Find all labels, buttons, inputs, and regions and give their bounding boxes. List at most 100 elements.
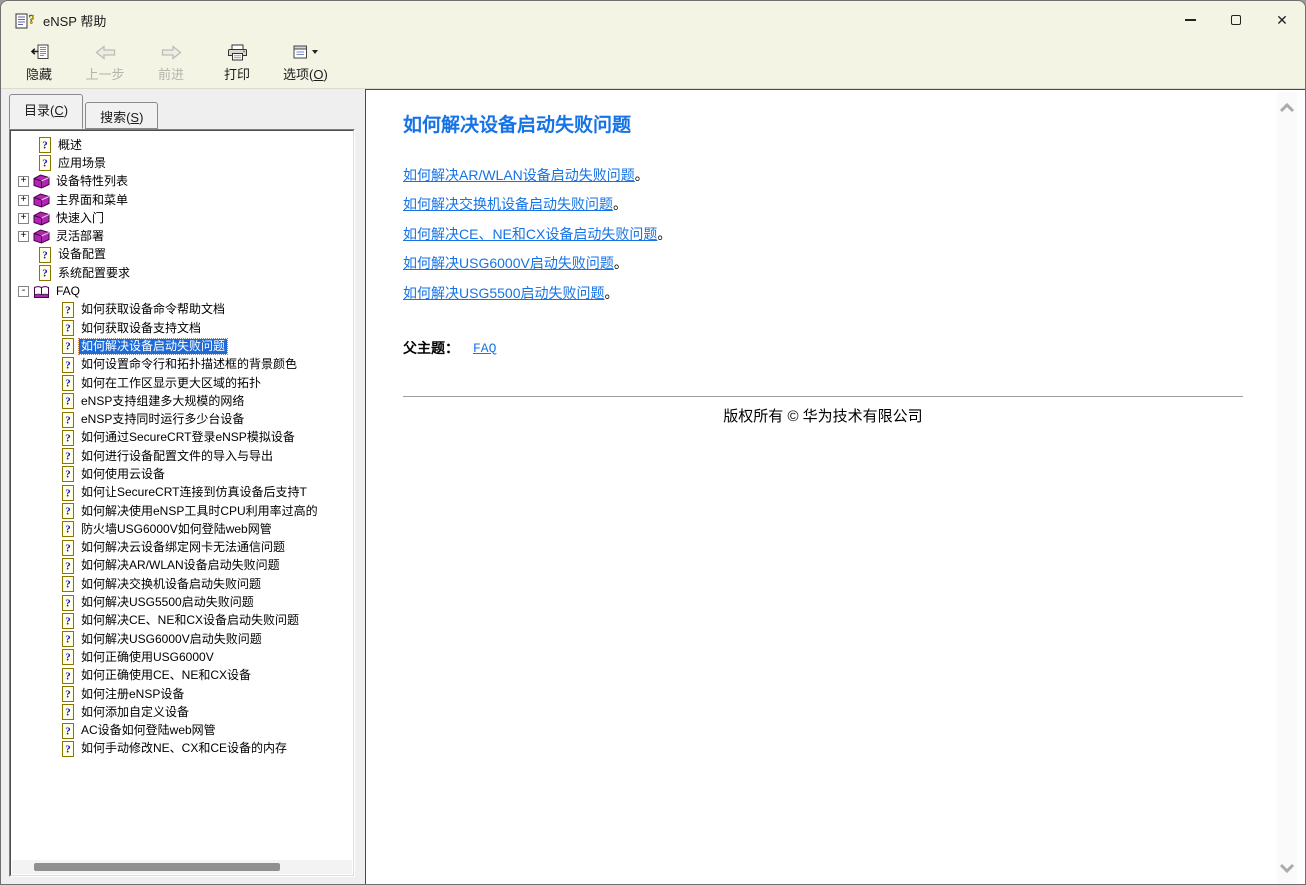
tree-item[interactable]: ? 如何进行设备配置文件的导入与导出: [12, 447, 352, 465]
tree-item[interactable]: + 快速入门: [12, 209, 352, 227]
tree-item[interactable]: ? 如何正确使用CE、NE和CX设备: [12, 667, 352, 685]
topic-link[interactable]: 如何解决AR/WLAN设备启动失败问题: [403, 165, 635, 185]
tree-item[interactable]: ? 如何解决USG6000V启动失败问题: [12, 630, 352, 648]
tree-item[interactable]: ? 概述: [12, 136, 352, 154]
scroll-up-icon[interactable]: [1278, 102, 1296, 114]
help-topic-icon: ?: [61, 557, 75, 574]
svg-text:?: ?: [65, 725, 71, 737]
hide-button[interactable]: 隐藏: [13, 39, 65, 83]
topic-link[interactable]: 如何解决USG5500启动失败问题: [403, 283, 604, 303]
tree-item[interactable]: ? AC设备如何登陆web网管: [12, 722, 352, 740]
content-vertical-scrollbar[interactable]: [1277, 92, 1297, 884]
svg-text:?: ?: [65, 304, 71, 316]
tree-item[interactable]: ? 如何在工作区显示更大区域的拓扑: [12, 374, 352, 392]
tab-contents[interactable]: 目录(C): [9, 94, 84, 129]
tree-item[interactable]: ? 如何通过SecureCRT登录eNSP模拟设备: [12, 429, 352, 447]
tree-item[interactable]: ? 如何添加自定义设备: [12, 703, 352, 721]
tree-item[interactable]: + 主界面和菜单: [12, 191, 352, 209]
tree-item[interactable]: ? 如何解决AR/WLAN设备启动失败问题: [12, 557, 352, 575]
close-icon: ✕: [1276, 12, 1288, 28]
tree-item[interactable]: ? eNSP支持组建多大规模的网络: [12, 392, 352, 410]
tree-item[interactable]: ? 如何解决使用eNSP工具时CPU利用率过高的: [12, 502, 352, 520]
close-button[interactable]: ✕: [1259, 1, 1305, 39]
tree-item-label: 如何正确使用CE、NE和CX设备: [81, 668, 252, 683]
tree-horizontal-scrollbar[interactable]: [12, 860, 352, 874]
tree-item[interactable]: ? 如何解决云设备绑定网卡无法通信问题: [12, 539, 352, 557]
help-topic-icon: ?: [61, 448, 75, 465]
tree-item[interactable]: ? 如何解决USG5500启动失败问题: [12, 593, 352, 611]
help-topic-icon: ?: [61, 649, 75, 666]
topic-link[interactable]: 如何解决USG6000V启动失败问题: [403, 253, 614, 273]
help-topic-icon: ?: [38, 265, 52, 282]
closed-book-icon: [33, 174, 50, 189]
help-topic-icon: ?: [61, 612, 75, 629]
tree-item[interactable]: ? 应用场景: [12, 154, 352, 172]
tree-scrollbar-thumb[interactable]: [34, 863, 280, 871]
tree-item[interactable]: ? 如何解决CE、NE和CX设备启动失败问题: [12, 612, 352, 630]
back-button[interactable]: 上一步: [79, 39, 131, 83]
topic-link[interactable]: 如何解决交换机设备启动失败问题: [403, 194, 613, 214]
expander-icon[interactable]: +: [18, 194, 29, 206]
tree-item[interactable]: ? eNSP支持同时运行多少台设备: [12, 410, 352, 428]
forward-arrow-icon: [161, 42, 182, 62]
tree-item[interactable]: - FAQ: [12, 282, 352, 300]
svg-text:?: ?: [65, 615, 71, 627]
maximize-button[interactable]: [1213, 1, 1259, 39]
expander-icon[interactable]: +: [18, 231, 29, 243]
tree-item[interactable]: ? 如何让SecureCRT连接到仿真设备后支持T: [12, 484, 352, 502]
help-topic-icon: ?: [61, 301, 75, 318]
tree-item[interactable]: ? 如何解决设备启动失败问题: [12, 337, 352, 355]
scroll-down-icon[interactable]: [1278, 862, 1296, 874]
topic-link-line: 如何解决USG5500启动失败问题 。: [403, 283, 619, 303]
closed-book-icon: [33, 211, 50, 226]
tree-item[interactable]: ? 如何使用云设备: [12, 465, 352, 483]
tree-item[interactable]: ? 如何解决交换机设备启动失败问题: [12, 575, 352, 593]
topic-link[interactable]: 如何解决CE、NE和CX设备启动失败问题: [403, 224, 657, 244]
tree-item-label: 如何手动修改NE、CX和CE设备的内存: [81, 741, 288, 756]
svg-text:?: ?: [65, 524, 71, 536]
tree-item[interactable]: + 灵活部署: [12, 227, 352, 245]
expander-icon[interactable]: +: [18, 176, 29, 188]
tree-item-label: 如何解决使用eNSP工具时CPU利用率过高的: [81, 503, 318, 518]
expander-icon[interactable]: +: [18, 212, 29, 224]
tree-item-label: 如何设置命令行和拓扑描述框的背景颜色: [81, 357, 298, 372]
minimize-icon: [1184, 19, 1196, 21]
help-topic-icon: ?: [61, 320, 75, 337]
minimize-button[interactable]: [1167, 1, 1213, 39]
forward-button[interactable]: 前进: [145, 39, 197, 83]
help-topic-icon: ?: [61, 704, 75, 721]
parent-topic-link[interactable]: FAQ: [473, 341, 496, 356]
help-topic-icon: ?: [61, 429, 75, 446]
options-button[interactable]: 选项(O): [277, 39, 334, 83]
help-app-icon: ?: [15, 11, 35, 29]
tree-item-label: 如何解决USG5500启动失败问题: [81, 595, 254, 610]
tree-item-label: eNSP支持同时运行多少台设备: [81, 412, 245, 427]
tree-item[interactable]: ? 如何手动修改NE、CX和CE设备的内存: [12, 740, 352, 758]
tree-item[interactable]: ? 如何获取设备支持文档: [12, 319, 352, 337]
tree-scroll-area: ? 概述 ? 应用场景 + 设备特性列表 + 主界面和菜单 + 快速入门 + 灵…: [12, 132, 352, 859]
tree-item-label: 如何获取设备支持文档: [81, 320, 202, 335]
svg-text:?: ?: [65, 579, 71, 591]
tree-item[interactable]: ? 防火墙USG6000V如何登陆web网管: [12, 520, 352, 538]
tree-item[interactable]: ? 系统配置要求: [12, 264, 352, 282]
tree-item-label: 灵活部署: [56, 229, 105, 244]
tree-item[interactable]: ? 设备配置: [12, 246, 352, 264]
open-book-icon: [33, 285, 50, 299]
tab-search[interactable]: 搜索(S): [85, 102, 159, 129]
print-button[interactable]: 打印: [211, 39, 263, 83]
options-label: 选项(O): [283, 67, 328, 82]
help-topic-icon: ?: [61, 667, 75, 684]
help-topic-icon: ?: [61, 375, 75, 391]
tree-item-label: 如何添加自定义设备: [81, 704, 190, 719]
tree-item-label: 如何解决AR/WLAN设备启动失败问题: [81, 558, 280, 573]
tree-item[interactable]: ? 如何注册eNSP设备: [12, 685, 352, 703]
tree-item[interactable]: ? 如何获取设备命令帮助文档: [12, 301, 352, 319]
tree-item[interactable]: + 设备特性列表: [12, 173, 352, 191]
tree-item[interactable]: ? 如何设置命令行和拓扑描述框的背景颜色: [12, 356, 352, 374]
nav-tabs: 目录(C) 搜索(S): [9, 94, 159, 129]
expander-icon[interactable]: -: [18, 286, 29, 298]
help-topic-icon: ?: [61, 411, 75, 428]
tree-item[interactable]: ? 如何正确使用USG6000V: [12, 648, 352, 666]
copyright-text: 版权所有 © 华为技术有限公司: [723, 408, 923, 425]
tree-item-label: 如何在工作区显示更大区域的拓扑: [81, 375, 262, 390]
